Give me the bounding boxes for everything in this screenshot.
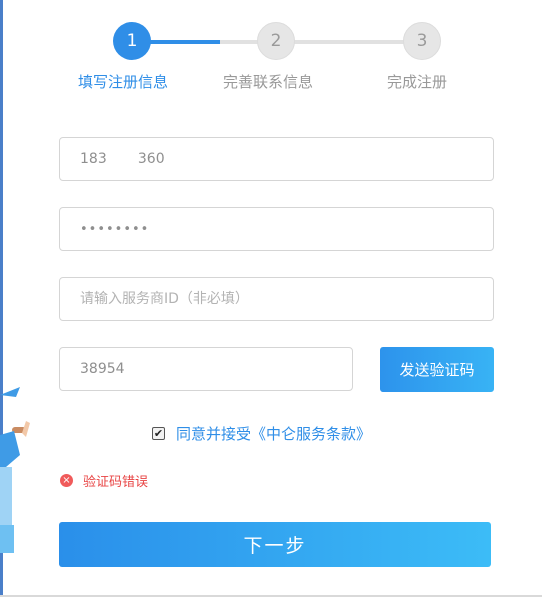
password-input[interactable]	[59, 207, 494, 251]
send-verification-code-button[interactable]: 发送验证码	[380, 347, 494, 392]
step-2-number: 2	[270, 31, 282, 51]
phone-input[interactable]	[59, 137, 494, 181]
agreement-row: ✔ 同意并接受《中仑服务条款》	[152, 423, 371, 444]
step-connector	[290, 40, 415, 44]
step-1-number: 1	[126, 31, 138, 51]
terms-link[interactable]: 同意并接受《中仑服务条款》	[176, 423, 371, 444]
agreement-checkbox[interactable]: ✔	[152, 427, 165, 440]
error-message: × 验证码错误	[60, 471, 148, 490]
step-1-label: 填写注册信息	[78, 73, 169, 91]
person-illustration	[0, 387, 30, 553]
error-text: 验证码错误	[83, 475, 149, 490]
next-step-button[interactable]: 下一步	[59, 522, 491, 567]
step-2-indicator: 2	[257, 22, 295, 60]
step-1-indicator: 1	[113, 22, 151, 60]
step-2-label: 完善联系信息	[223, 73, 314, 91]
step-3-number: 3	[416, 31, 428, 51]
error-icon: ×	[60, 474, 73, 487]
service-provider-id-input[interactable]	[59, 277, 494, 321]
step-3-indicator: 3	[403, 22, 441, 60]
step-connector-active	[140, 40, 220, 44]
verification-code-input[interactable]	[59, 347, 353, 391]
step-3-label: 完成注册	[387, 73, 448, 91]
